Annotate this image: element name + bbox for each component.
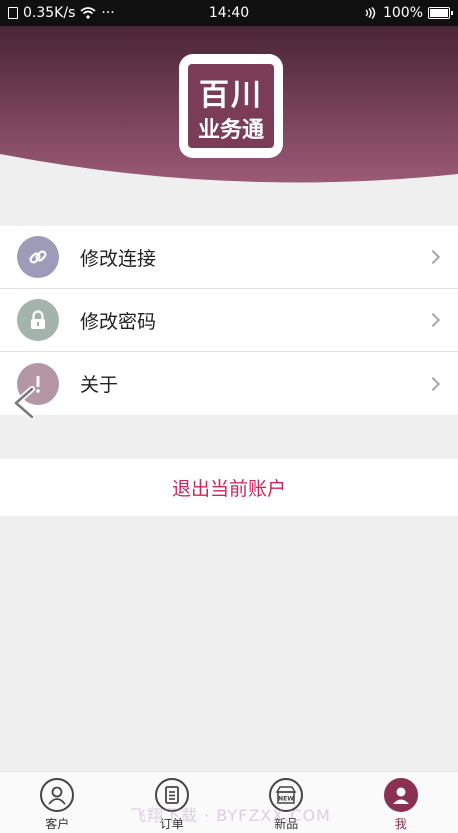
bottom-tab-bar: 客户 订单 NEW 新品 我 [0, 771, 458, 833]
tab-label: 新品 [274, 817, 299, 831]
chevron-right-icon [425, 312, 441, 328]
tab-new-products[interactable]: NEW 新品 [229, 772, 344, 833]
menu-item-change-connection[interactable]: 修改连接 [0, 226, 458, 289]
status-left: 0.35K/s ··· [8, 5, 115, 21]
menu-item-about[interactable]: 关于 [0, 352, 458, 415]
battery-icon [428, 7, 453, 19]
back-arrow-icon[interactable] [6, 383, 46, 423]
app-logo-inner: 百川 业务通 [188, 64, 274, 148]
tab-customers[interactable]: 客户 [0, 772, 115, 833]
tab-label: 我 [394, 817, 407, 831]
customer-icon [40, 778, 75, 812]
tab-label: 客户 [45, 817, 70, 831]
svg-text:NEW: NEW [278, 796, 294, 803]
link-icon [17, 236, 59, 278]
menu-label: 关于 [80, 374, 119, 396]
tab-label: 订单 [159, 817, 184, 831]
new-products-icon: NEW [269, 778, 304, 812]
tab-me[interactable]: 我 [344, 772, 458, 833]
logo-text-line2: 业务通 [197, 118, 264, 143]
chevron-right-icon [425, 249, 441, 265]
lock-icon [17, 299, 59, 341]
status-right: 100% [364, 5, 453, 21]
menu-item-change-password[interactable]: 修改密码 [0, 289, 458, 352]
tab-orders[interactable]: 订单 [115, 772, 230, 833]
status-bar: 0.35K/s ··· 14:40 100% [0, 0, 458, 26]
logo-text-line1: 百川 [199, 78, 263, 113]
sim-card-icon [8, 7, 18, 19]
battery-percent: 100% [382, 5, 423, 21]
nfc-icon [365, 7, 376, 19]
profile-header: 百川 业务通 [0, 26, 458, 186]
me-icon [383, 778, 418, 812]
status-more-dots: ··· [101, 5, 115, 21]
menu-label: 修改密码 [80, 310, 157, 333]
wifi-icon [80, 7, 96, 19]
app-logo: 百川 业务通 [179, 54, 283, 158]
chevron-right-icon [425, 376, 441, 391]
menu-label: 修改连接 [80, 247, 157, 270]
logout-button[interactable]: 退出当前账户 [0, 459, 458, 516]
order-icon [154, 778, 189, 812]
network-speed: 0.35K/s [23, 5, 76, 21]
settings-menu: 修改连接 修改密码 关于 [0, 226, 458, 415]
